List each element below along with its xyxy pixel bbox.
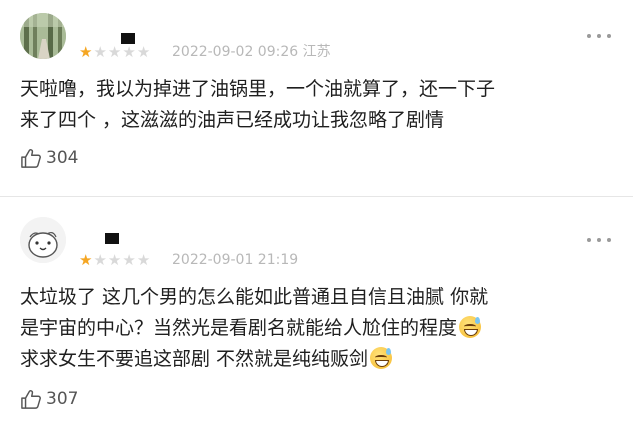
star-icon: ★ xyxy=(136,251,151,269)
rating-stars: ★ ★ ★ ★ ★ xyxy=(79,45,150,60)
star-icon: ★ xyxy=(93,251,107,269)
comment-card: ★ ★ ★ ★ ★ 2022-09-01 21:19 太垃圾了 这几个男的怎么能… xyxy=(0,197,633,429)
more-icon[interactable] xyxy=(587,32,611,40)
rating-stars: ★ ★ ★ ★ ★ xyxy=(79,253,150,268)
username-redacted xyxy=(105,233,119,244)
comment-line: 求求女生不要追这部剧 不然就是纯纯贩剑 xyxy=(20,344,619,375)
star-icon: ★ xyxy=(122,43,136,61)
sweat-smile-emoji-icon xyxy=(459,316,482,338)
star-icon: ★ xyxy=(79,251,93,269)
comment-line: 是宇宙的中心？当然光是看剧名就能给人尬住的程度 xyxy=(20,313,619,344)
comment-meta: 2022-09-01 21:19 xyxy=(172,252,298,268)
star-icon: ★ xyxy=(93,43,107,61)
star-icon: ★ xyxy=(107,251,122,269)
avatar[interactable] xyxy=(20,13,66,59)
avatar[interactable] xyxy=(20,217,66,263)
comment-date: 2022-09-02 09:26 xyxy=(172,44,299,60)
comment-line: 太垃圾了 这几个男的怎么能如此普通且自信且油腻 你就 xyxy=(20,286,489,308)
more-icon[interactable] xyxy=(587,236,611,244)
like-button[interactable]: 304 xyxy=(20,148,78,168)
thumbs-up-icon xyxy=(21,390,41,409)
star-icon: ★ xyxy=(107,43,122,61)
like-count: 307 xyxy=(46,389,79,409)
comment-date: 2022-09-01 21:19 xyxy=(172,252,299,268)
comment-card: ★ ★ ★ ★ ★ 2022-09-02 09:26 江苏 天啦噜，我以为掉进了… xyxy=(0,0,633,196)
comment-line: 天啦噜，我以为掉进了油锅里，一个油就算了，还一下子 xyxy=(20,78,496,100)
star-icon: ★ xyxy=(79,43,93,61)
star-icon: ★ xyxy=(122,251,136,269)
comment-line: 来了四个 ，这滋滋的油声已经成功让我忽略了剧情 xyxy=(20,109,445,131)
sweat-smile-emoji-icon xyxy=(370,347,393,369)
star-icon: ★ xyxy=(136,43,151,61)
comment-meta: 2022-09-02 09:26 江苏 xyxy=(172,44,331,60)
comment-text: 天啦噜，我以为掉进了油锅里，一个油就算了，还一下子 来了四个 ，这滋滋的油声已经… xyxy=(20,74,619,136)
like-button[interactable]: 307 xyxy=(20,389,78,409)
comment-location: 江苏 xyxy=(302,44,331,60)
like-count: 304 xyxy=(46,148,79,168)
thumbs-up-icon xyxy=(21,149,41,168)
comment-text: 太垃圾了 这几个男的怎么能如此普通且自信且油腻 你就 是宇宙的中心？当然光是看剧… xyxy=(20,282,619,375)
